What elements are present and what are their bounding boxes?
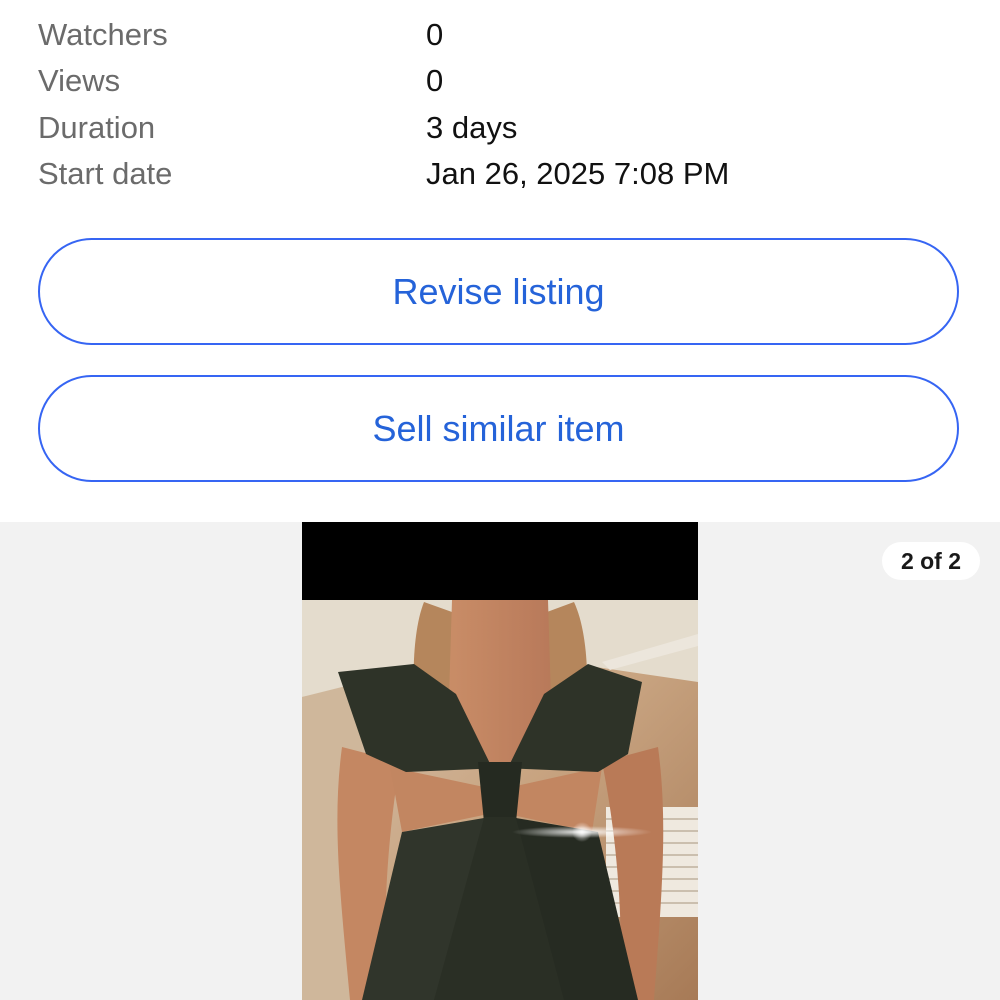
listing-details: ▀▀▀▀ ▀ Watchers 0 Views 0 Duration 3 day… — [0, 0, 1000, 200]
listing-photo[interactable] — [302, 522, 698, 1000]
details-row-partial: ▀▀▀▀ ▀ — [0, 0, 1000, 15]
detail-label: Duration — [38, 110, 156, 145]
detail-label: Watchers — [38, 17, 168, 52]
photo-counter-badge: 2 of 2 — [882, 542, 980, 580]
detail-value-partial: ▀ — [426, 0, 448, 15]
detail-value: 0 — [426, 63, 444, 98]
sell-similar-item-button[interactable]: Sell similar item — [38, 375, 959, 482]
detail-label: Views — [38, 63, 121, 98]
revise-listing-button[interactable]: Revise listing — [38, 238, 959, 345]
detail-value: Jan 26, 2025 7:08 PM — [426, 156, 730, 191]
detail-label: Start date — [38, 156, 173, 191]
detail-label-partial: ▀▀▀▀ — [38, 0, 150, 15]
detail-value: 0 — [426, 17, 444, 52]
detail-value: 3 days — [426, 110, 518, 145]
details-row-duration: Duration 3 days — [0, 108, 1000, 148]
details-row-views: Views 0 — [0, 61, 1000, 101]
details-row-watchers: Watchers 0 — [0, 15, 1000, 55]
details-row-start-date: Start date Jan 26, 2025 7:08 PM — [0, 154, 1000, 194]
dress-photo-image — [302, 522, 698, 1000]
photo-gallery[interactable]: 2 of 2 — [0, 522, 1000, 1000]
